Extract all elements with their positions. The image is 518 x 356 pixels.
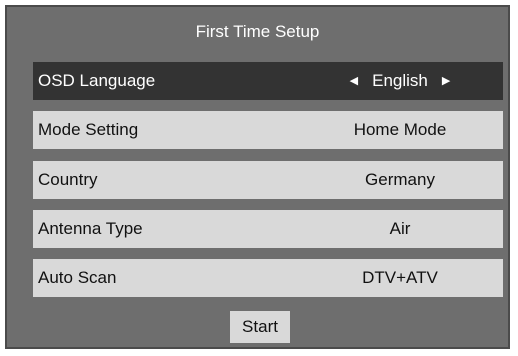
- triangle-right-icon[interactable]: ▶: [442, 62, 450, 100]
- row-label: Mode Setting: [38, 120, 139, 139]
- setup-panel: First Time Setup OSD Language ◀ English …: [5, 5, 510, 349]
- row-mode-setting[interactable]: Mode Setting Home Mode: [33, 111, 503, 149]
- start-button[interactable]: Start: [230, 311, 290, 343]
- page-title: First Time Setup: [195, 22, 320, 41]
- row-value-selector[interactable]: ◀ English ▶: [297, 62, 503, 100]
- row-value: Germany: [365, 170, 435, 189]
- row-value: Home Mode: [353, 120, 447, 139]
- row-label: Country: [38, 170, 98, 189]
- row-antenna-type[interactable]: Antenna Type Air: [33, 210, 503, 248]
- row-country[interactable]: Country Germany: [33, 161, 503, 199]
- row-value: Air: [389, 219, 411, 238]
- row-label: Auto Scan: [38, 268, 117, 287]
- row-value: DTV+ATV: [362, 268, 438, 287]
- row-label: OSD Language: [38, 71, 156, 90]
- row-osd-language[interactable]: OSD Language ◀ English ▶: [33, 62, 503, 100]
- row-auto-scan[interactable]: Auto Scan DTV+ATV: [33, 259, 503, 297]
- row-value: English: [372, 71, 428, 90]
- row-label: Antenna Type: [38, 219, 143, 238]
- triangle-left-icon[interactable]: ◀: [350, 62, 358, 100]
